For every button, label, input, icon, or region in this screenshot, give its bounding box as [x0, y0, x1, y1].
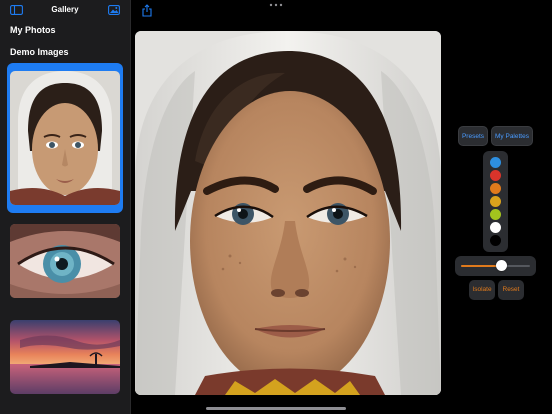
section-my-photos[interactable]: My Photos [10, 25, 56, 35]
thumbnail-portrait-girl-image [10, 71, 120, 205]
more-dots-icon[interactable] [269, 3, 283, 7]
swatch-red[interactable] [490, 170, 501, 181]
slider-thumb[interactable] [495, 260, 507, 271]
isolate-button[interactable]: Isolate [469, 280, 495, 300]
thumbnail-blue-eye-image [10, 224, 120, 298]
sidebar-header: Gallery [0, 0, 130, 22]
reset-button[interactable]: Reset [498, 280, 524, 300]
home-indicator [206, 407, 346, 410]
swatch-lime[interactable] [490, 209, 501, 220]
app-window: Gallery My Photos Demo Images Presets My… [0, 0, 552, 414]
section-demo-images: Demo Images [10, 47, 69, 57]
swatch-orange[interactable] [490, 183, 501, 194]
swatch-black[interactable] [490, 235, 501, 246]
thumbnail-sunset-beach[interactable] [7, 318, 123, 396]
thumbnail-blue-eye[interactable] [7, 222, 123, 300]
swatch-blue[interactable] [490, 157, 501, 168]
presets-button[interactable]: Presets [458, 126, 488, 146]
swatch-amber[interactable] [490, 196, 501, 207]
gallery-sidebar: Gallery My Photos Demo Images [0, 0, 131, 414]
thumbnail-portrait-girl[interactable] [7, 63, 123, 213]
intensity-slider[interactable] [455, 256, 536, 276]
swatch-white[interactable] [490, 222, 501, 233]
share-icon[interactable] [142, 4, 152, 17]
main-photo-canvas[interactable] [135, 31, 441, 395]
photo-library-icon[interactable] [108, 5, 120, 15]
color-palette [483, 151, 508, 252]
thumbnail-sunset-beach-image [10, 320, 120, 394]
my-palettes-button[interactable]: My Palettes [491, 126, 533, 146]
